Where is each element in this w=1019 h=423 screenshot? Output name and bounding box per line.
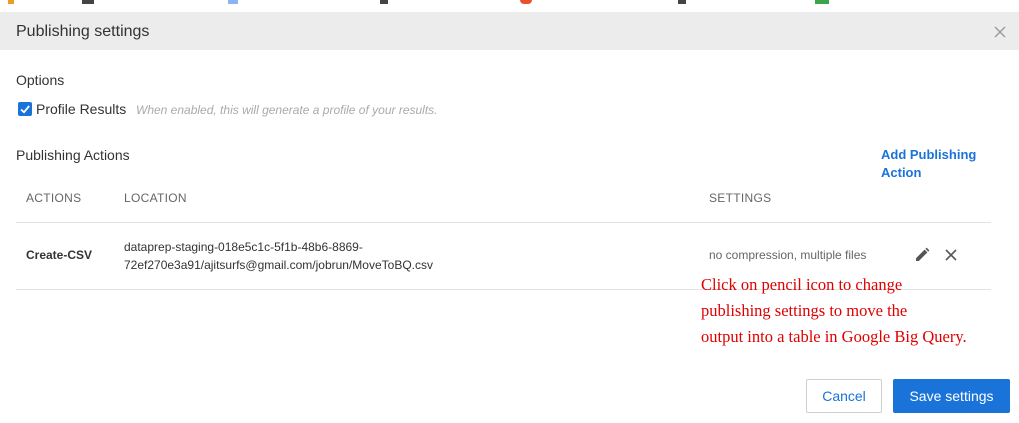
location-cell: dataprep-staging-018e5c1c-5f1b-48b6-8869… xyxy=(124,238,544,274)
save-settings-button[interactable]: Save settings xyxy=(893,379,1010,413)
dialog-title: Publishing settings xyxy=(16,23,150,40)
annotation-line-3: output into a table in Google Big Query. xyxy=(701,327,967,346)
publishing-actions-heading: Publishing Actions xyxy=(16,147,130,163)
publishing-settings-page: Publishing settings Options Profile Resu… xyxy=(0,0,1019,423)
close-icon-glyph xyxy=(994,26,1006,38)
bookmark-icon xyxy=(678,0,686,4)
profile-results-hint: When enabled, this will generate a profi… xyxy=(136,103,438,117)
profile-results-checkbox[interactable] xyxy=(18,102,32,116)
checkmark-icon xyxy=(20,105,30,114)
pencil-icon[interactable] xyxy=(914,247,930,263)
cancel-button[interactable]: Cancel xyxy=(806,379,882,413)
bookmark-icon xyxy=(380,0,388,4)
annotation-line-2: publishing settings to move the xyxy=(701,301,908,320)
add-publishing-action-link[interactable]: Add Publishing Action xyxy=(881,146,1019,182)
bookmark-icon xyxy=(520,0,532,4)
instruction-annotation: Click on pencil icon to change publishin… xyxy=(701,272,1011,350)
column-header-location: LOCATION xyxy=(124,191,187,205)
close-icon xyxy=(945,249,957,261)
action-name-cell: Create-CSV xyxy=(26,248,93,262)
bookmark-icon xyxy=(8,0,14,4)
delete-action-icon[interactable] xyxy=(943,247,959,263)
column-header-settings: SETTINGS xyxy=(709,191,772,205)
location-line-1: dataprep-staging-018e5c1c-5f1b-48b6-8869… xyxy=(124,240,363,254)
dialog-header: Publishing settings xyxy=(0,12,1019,50)
bookmark-icon xyxy=(82,0,94,4)
profile-results-label[interactable]: Profile Results xyxy=(36,100,126,118)
close-icon[interactable] xyxy=(992,24,1008,40)
bookmark-icon xyxy=(815,0,829,4)
options-heading: Options xyxy=(16,72,65,88)
column-header-actions: ACTIONS xyxy=(26,191,82,205)
table-divider xyxy=(16,222,991,223)
pencil-icon-glyph xyxy=(916,247,930,261)
annotation-line-1: Click on pencil icon to change xyxy=(701,275,903,294)
bookmark-icon xyxy=(228,0,238,4)
settings-cell: no compression, multiple files xyxy=(709,248,867,262)
location-line-2: 72ef270e3a91/ajitsurfs@gmail.com/jobrun/… xyxy=(124,258,433,272)
